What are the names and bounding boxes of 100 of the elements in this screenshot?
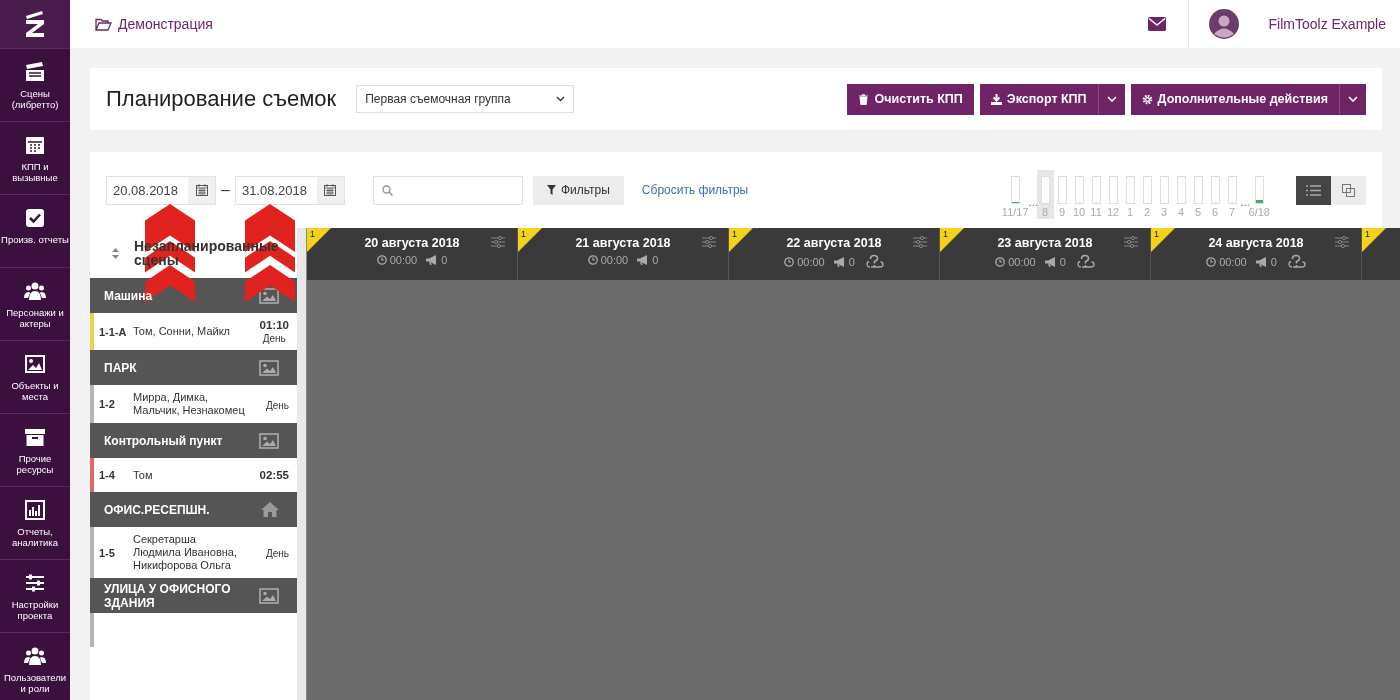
view-toggle-button[interactable] [1296, 175, 1331, 205]
envelope-icon[interactable] [1147, 17, 1166, 31]
search-icon [381, 184, 393, 196]
user-name[interactable]: FilmToolz Example [1268, 16, 1386, 32]
image-icon [259, 359, 279, 376]
image-icon [24, 353, 46, 375]
trash-icon [858, 93, 870, 105]
filters-button[interactable]: Фильтры [532, 175, 624, 205]
scene-cast: Мирра, Димка, Мальчик, Незнакомец [133, 391, 245, 417]
day-count: 0 [1059, 256, 1066, 268]
logo-icon[interactable] [0, 0, 70, 48]
day-time: 00:00 [389, 254, 418, 266]
calendar-icon [195, 184, 208, 196]
action-button[interactable]: Дополнительные действия [1130, 83, 1339, 115]
calendar-icon [24, 134, 46, 156]
archive-box-icon [24, 426, 46, 448]
sidebar-item[interactable]: Произв. отчеты [0, 194, 70, 267]
crew-select[interactable]: Первая съемочная группа [356, 85, 575, 113]
day-time: 00:00 [1219, 256, 1247, 268]
action-button[interactable]: Очистить КПП [847, 83, 974, 115]
day-badge: 1 [940, 228, 964, 252]
search-field[interactable] [372, 175, 523, 205]
scene-daypart: День [265, 399, 289, 411]
day-count: 0 [1270, 256, 1277, 268]
sidebar-item[interactable]: Объекты и места [0, 340, 70, 413]
timeline-bar [1254, 175, 1264, 204]
date-separator: – [221, 181, 230, 199]
timeline-bar [1193, 175, 1203, 204]
location-name: ПАРК [104, 360, 138, 375]
action-button[interactable]: Экспорт КПП [979, 83, 1098, 115]
view-toggle-button[interactable] [1331, 175, 1366, 205]
overlap-squares-icon [1342, 183, 1355, 197]
avatar-icon[interactable] [1208, 9, 1239, 39]
download-icon [990, 93, 1002, 105]
folder-icon [95, 17, 112, 31]
location-name: ОФИС.РЕСЕПШН. [104, 502, 211, 517]
sidebar-item[interactable]: Персонажи и актеры [0, 267, 70, 340]
sliders-icon[interactable] [1335, 236, 1349, 248]
sidebar-item[interactable]: Сцены (либретто) [0, 48, 70, 121]
scrollbar[interactable] [297, 228, 306, 700]
scene-daypart: День [262, 333, 286, 344]
day-badge: 1 [1362, 228, 1386, 252]
sidebar-item[interactable]: Прочие ресурсы [0, 413, 70, 486]
clock-icon [1206, 257, 1217, 267]
sidebar-item[interactable]: Пользователи и роли [0, 632, 70, 700]
date-from-field[interactable]: 20.08.2018 [106, 175, 216, 205]
scene-cast: Том [133, 468, 154, 482]
timeline-bar [1074, 175, 1084, 204]
timeline-bar [1142, 175, 1152, 204]
sliders-icon[interactable] [702, 236, 716, 248]
clock-icon [995, 257, 1006, 267]
scene-number: 1-4 [99, 469, 116, 481]
scene-cast: Секретарша Людмила Ивановна, Никифорова Ольга [133, 533, 238, 572]
sidebar-item[interactable]: КПП и вызывные [0, 121, 70, 194]
clock-icon [376, 255, 387, 265]
day-date: 22 августа 2018 [786, 236, 882, 250]
clock-icon [587, 255, 598, 265]
timeline-bar [1010, 175, 1020, 204]
timeline-bar [1210, 175, 1220, 204]
sliders-icon[interactable] [913, 236, 927, 248]
clock-icon [784, 257, 795, 267]
list-icon [1306, 184, 1321, 196]
timeline-bar [1227, 175, 1237, 204]
timeline-bar [1176, 175, 1186, 204]
location-name: УЛИЦА У ОФИСНОГО ЗДАНИЯ [104, 581, 232, 610]
day-badge: 1 [1151, 228, 1175, 252]
scene-cast: Том, Сонни, Майкл [133, 325, 232, 338]
timeline-bar [1091, 175, 1101, 204]
bar-chart-icon [24, 499, 46, 521]
checkbox-icon [24, 207, 46, 229]
calendar-icon [324, 184, 337, 196]
scene-duration: 02:55 [259, 469, 289, 481]
timeline-bar [1159, 175, 1169, 204]
image-icon [259, 287, 279, 304]
scene-number: 1-5 [99, 546, 116, 559]
sidebar-item[interactable]: Настройки проекта [0, 559, 70, 632]
reset-filters-link[interactable]: Сбросить фильтры [641, 183, 749, 197]
megaphone-icon [426, 255, 439, 265]
timeline-ellipsis: ... [1240, 195, 1249, 208]
location-name: Контрольный пункт [104, 433, 224, 448]
megaphone-icon [1044, 257, 1057, 267]
sidebar-item[interactable]: Отчеты, аналитика [0, 486, 70, 559]
day-date: 24 августа 2018 [1208, 236, 1304, 250]
sliders-icon[interactable] [1124, 236, 1138, 248]
dropdown-button[interactable] [1097, 83, 1125, 115]
day-count: 0 [652, 254, 659, 266]
sort-icon[interactable] [112, 247, 119, 259]
date-to-field[interactable]: 31.08.2018 [234, 175, 345, 205]
day-count: 0 [848, 256, 855, 268]
dropdown-button[interactable] [1339, 83, 1366, 115]
day-badge: 1 [729, 228, 753, 252]
timeline-bar [1108, 175, 1118, 204]
page-title: Планирование съемок [106, 86, 337, 112]
sliders-icon[interactable] [491, 236, 505, 248]
scene-daypart: День [265, 548, 289, 559]
day-badge: 1 [518, 228, 542, 252]
timeline-bar [1040, 175, 1050, 204]
breadcrumb-link[interactable]: Демонстрация [95, 16, 213, 32]
day-date: 23 августа 2018 [997, 236, 1093, 250]
image-icon [259, 432, 279, 449]
